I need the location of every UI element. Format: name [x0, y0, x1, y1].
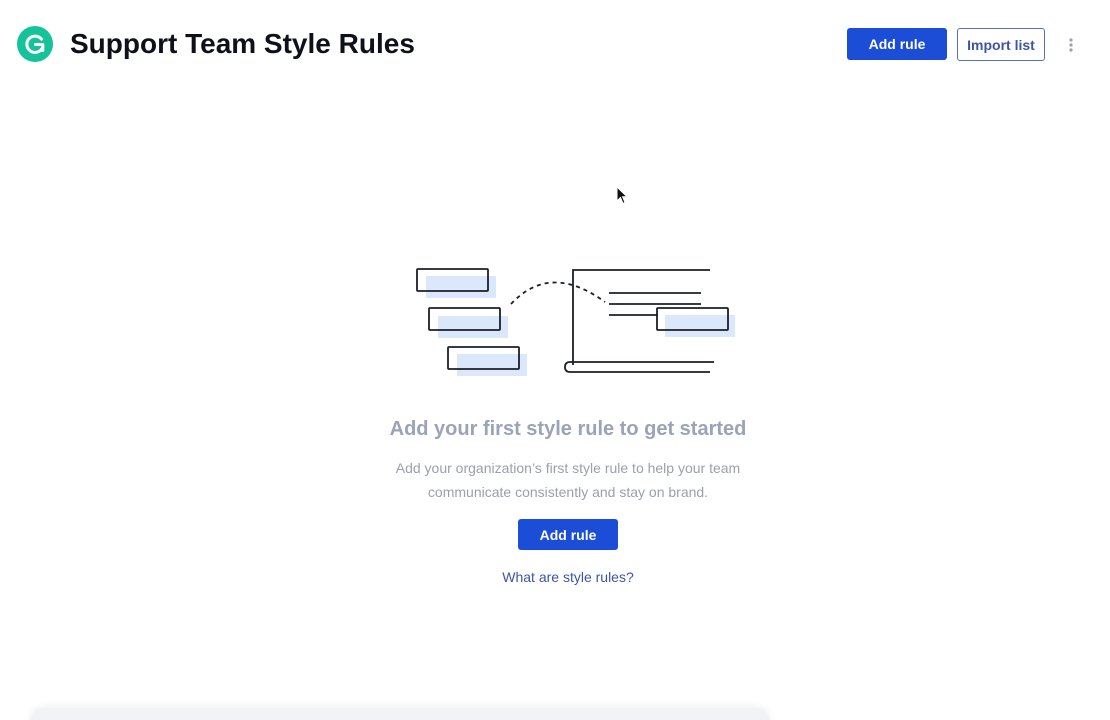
grammarly-logo-icon — [17, 26, 53, 62]
add-rule-button[interactable]: Add rule — [847, 28, 947, 60]
bottom-panel-edge — [30, 708, 770, 720]
style-rules-illustration — [410, 262, 740, 382]
page-title: Support Team Style Rules — [70, 28, 415, 59]
mouse-pointer-icon — [616, 185, 629, 206]
import-list-button[interactable]: Import list — [957, 28, 1045, 61]
style-rules-page: Support Team Style Rules Add rule Import… — [0, 0, 1110, 720]
add-first-rule-button[interactable]: Add rule — [518, 519, 618, 550]
empty-state-title: Add your first style rule to get started — [389, 418, 747, 440]
empty-state-description: Add your organization’s first style rule… — [395, 460, 741, 500]
page-header: Support Team Style Rules Add rule Import… — [0, 0, 1110, 88]
what-are-style-rules-link[interactable]: What are style rules? — [468, 567, 668, 587]
more-options-icon[interactable] — [1062, 34, 1080, 56]
